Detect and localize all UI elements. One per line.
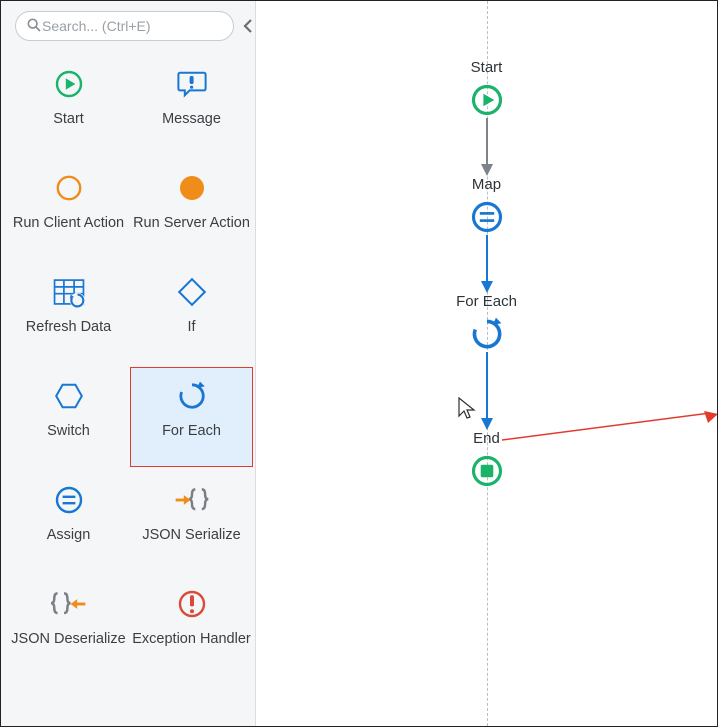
cursor-icon	[457, 396, 477, 423]
assign-icon	[51, 482, 87, 518]
tool-exception-handler[interactable]: Exception Handler	[130, 575, 253, 675]
tool-label: JSON Serialize	[142, 526, 240, 544]
tool-for-each[interactable]: For Each	[130, 367, 253, 467]
connector	[477, 118, 497, 176]
tool-label: Message	[162, 110, 221, 128]
connector	[477, 235, 497, 293]
start-icon	[51, 66, 87, 102]
if-icon	[174, 274, 210, 310]
tool-label: Assign	[47, 526, 91, 544]
tool-label: If	[187, 318, 195, 336]
tool-run-client-action[interactable]: Run Client Action	[7, 159, 130, 259]
tool-label: Exception Handler	[132, 630, 251, 648]
tool-json-serialize[interactable]: JSON Serialize	[130, 471, 253, 571]
tool-label: For Each	[162, 422, 221, 440]
tool-label: JSON Deserialize	[11, 630, 125, 648]
exception-handler-icon	[174, 586, 210, 622]
node-map[interactable]	[469, 199, 505, 235]
tool-json-deserialize[interactable]: JSON Deserialize	[7, 575, 130, 675]
node-label-map: Map	[472, 176, 501, 193]
node-start[interactable]	[469, 82, 505, 118]
run-client-action-icon	[51, 170, 87, 206]
connector	[477, 352, 497, 430]
tool-switch[interactable]: Switch	[7, 367, 130, 467]
tool-label: Run Server Action	[133, 214, 250, 232]
node-label-start: Start	[471, 59, 503, 76]
search-input[interactable]	[42, 18, 223, 34]
json-serialize-icon	[174, 482, 210, 518]
message-icon	[174, 66, 210, 102]
tool-run-server-action[interactable]: Run Server Action	[130, 159, 253, 259]
tool-refresh-data[interactable]: Refresh Data	[7, 263, 130, 363]
json-deserialize-icon	[51, 586, 87, 622]
node-end[interactable]	[469, 453, 505, 489]
tool-label: Start	[53, 110, 84, 128]
flow-canvas[interactable]: Start Map	[256, 1, 717, 726]
tool-message[interactable]: Message	[130, 55, 253, 155]
search-icon	[26, 17, 42, 36]
tool-grid: Start Message	[1, 49, 255, 726]
node-label-end: End	[473, 430, 500, 447]
flow-column: Start Map	[427, 59, 547, 489]
collapse-sidebar-button[interactable]	[242, 14, 254, 38]
app-window: Start Message	[0, 0, 718, 727]
tool-assign[interactable]: Assign	[7, 471, 130, 571]
for-each-icon	[174, 378, 210, 414]
tool-if[interactable]: If	[130, 263, 253, 363]
search-row	[1, 1, 255, 49]
tool-label: Refresh Data	[26, 318, 111, 336]
refresh-data-icon	[51, 274, 87, 310]
node-label-foreach: For Each	[456, 293, 517, 310]
run-server-action-icon	[174, 170, 210, 206]
tool-label: Switch	[47, 422, 90, 440]
switch-icon	[51, 378, 87, 414]
search-box[interactable]	[15, 11, 234, 41]
tool-start[interactable]: Start	[7, 55, 130, 155]
node-for-each[interactable]	[469, 316, 505, 352]
tool-label: Run Client Action	[13, 214, 124, 232]
chevron-left-icon	[242, 19, 254, 33]
toolbox-sidebar: Start Message	[1, 1, 256, 726]
